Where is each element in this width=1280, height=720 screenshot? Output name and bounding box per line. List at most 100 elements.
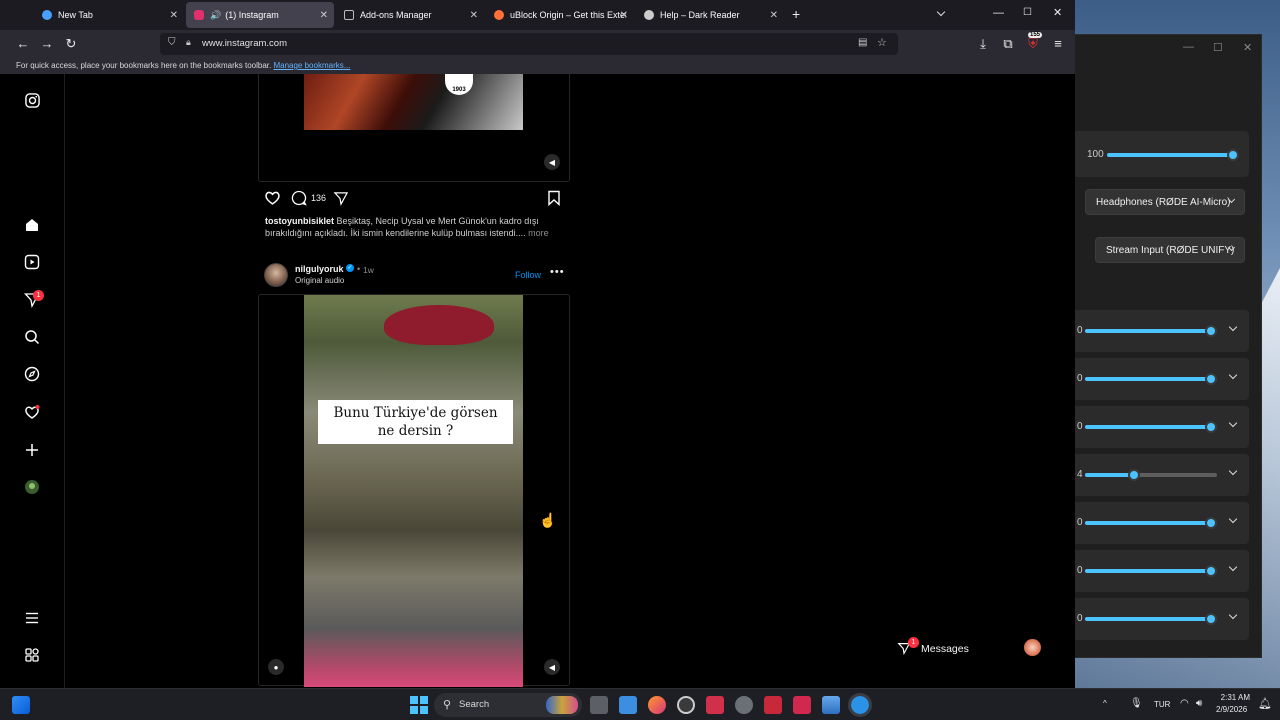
post-media[interactable]: 1903 ◀ [258,74,570,182]
chevron-down-icon[interactable] [1228,418,1238,428]
tab-addons-manager[interactable]: Add-ons Manager ✕ [336,2,484,28]
minimize-button[interactable]: — [1183,41,1194,53]
app-icon[interactable] [706,696,724,714]
save-icon[interactable] [547,190,561,211]
hamburger-menu-icon[interactable] [22,608,42,628]
close-button[interactable]: ✕ [1243,41,1252,54]
comment-icon[interactable] [291,190,307,211]
app-icon[interactable] [677,696,695,714]
downloads-icon[interactable]: ⤓ [975,36,991,52]
chevron-down-icon[interactable] [1228,322,1238,332]
app-icon[interactable] [619,696,637,714]
close-button[interactable]: ✕ [1053,6,1062,19]
active-app-icon[interactable] [848,693,872,717]
slider-thumb[interactable] [1227,149,1239,161]
firefox-icon[interactable] [648,696,666,714]
share-icon[interactable] [333,191,349,211]
channel-volume-slider[interactable] [1085,469,1217,481]
avatar[interactable] [264,263,288,287]
sound-toggle-icon[interactable]: ◀ [544,659,560,675]
slider-thumb[interactable] [1205,517,1217,529]
instagram-icon[interactable] [22,90,42,110]
ublock-icon[interactable]: ⛨ [1025,36,1041,52]
slider-thumb[interactable] [1205,421,1217,433]
tagged-users-icon[interactable]: ● [268,659,284,675]
start-icon[interactable] [410,696,428,714]
messages-button[interactable]: 1 Messages [890,634,1050,662]
slider-thumb[interactable] [1205,373,1217,385]
menu-icon[interactable]: ≡ [1050,36,1066,51]
url-text[interactable]: www.instagram.com [202,38,287,49]
channel-volume-slider[interactable] [1085,421,1217,433]
volume-icon[interactable]: 🔊︎ [1196,698,1202,709]
more-link[interactable]: more [528,228,549,238]
master-volume-slider[interactable] [1107,149,1239,161]
channel-volume-slider[interactable] [1085,325,1217,337]
microphone-icon[interactable]: 🎙︎ [1130,698,1143,709]
explore-icon[interactable] [22,364,42,384]
slider-thumb[interactable] [1205,565,1217,577]
close-tab-icon[interactable]: ✕ [470,10,478,21]
reader-view-icon[interactable]: ▤ [858,37,867,48]
clock-date[interactable]: 2/9/2026 [1216,705,1247,714]
lock-icon[interactable]: 🔒︎ [186,37,191,48]
slider-thumb[interactable] [1205,325,1217,337]
more-options-icon[interactable]: ••• [550,266,565,278]
extensions-icon[interactable]: ⧉ [1000,36,1016,52]
search-box[interactable]: ⚲ Search [434,693,582,717]
chevron-down-icon[interactable] [1228,370,1238,380]
language-indicator[interactable]: TUR [1154,700,1170,709]
caption-username[interactable]: tostoyunbisiklet [265,216,334,226]
also-from-meta-icon[interactable] [22,645,42,665]
channel-volume-slider[interactable] [1085,613,1217,625]
close-tab-icon[interactable]: ✕ [620,10,628,21]
channel-volume-slider[interactable] [1085,517,1217,529]
home-icon[interactable] [22,215,42,235]
post-audio-label[interactable]: Original audio [295,276,344,285]
chevron-down-icon[interactable] [1228,466,1238,476]
output-device-dropdown[interactable]: Headphones (RØDE AI-Micro) [1085,189,1245,215]
profile-avatar[interactable] [22,477,42,497]
reload-icon[interactable]: ↻ [63,36,79,52]
chevron-down-icon[interactable] [1228,610,1238,620]
tab-instagram[interactable]: 🔊 (1) Instagram ✕ [186,2,334,28]
maximize-button[interactable]: ☐ [1023,7,1032,18]
chevron-down-icon[interactable] [1228,514,1238,524]
shield-icon[interactable]: ⛉ [168,37,176,48]
search-icon[interactable] [22,327,42,347]
reels-icon[interactable] [22,252,42,272]
like-icon[interactable] [264,190,281,210]
maximize-button[interactable]: ☐ [1213,41,1223,54]
minimize-button[interactable]: — [993,7,1004,19]
tab-ublock[interactable]: uBlock Origin – Get this Extensio ✕ [486,2,634,28]
channel-volume-slider[interactable] [1085,565,1217,577]
address-bar[interactable]: ⛉ 🔒︎ www.instagram.com ▤ ☆ [160,33,898,55]
chevron-up-icon[interactable]: ^ [1103,699,1107,708]
app-icon[interactable] [793,696,811,714]
slider-thumb[interactable] [1128,469,1141,481]
speaker-icon[interactable]: 🔊 [210,10,221,21]
forward-icon[interactable]: → [39,36,55,51]
follow-button[interactable]: Follow [515,270,541,280]
list-tabs-icon[interactable] [936,7,946,17]
post-media[interactable]: Bunu Türkiye'de görsen ne dersin ? ● ◀ [258,294,570,687]
settings-icon[interactable] [735,696,753,714]
bookmark-star-icon[interactable]: ☆ [877,36,887,49]
back-icon[interactable]: ← [15,36,31,51]
tab-new-tab[interactable]: New Tab ✕ [34,2,184,28]
close-tab-icon[interactable]: ✕ [170,10,178,21]
heart-icon[interactable] [22,402,42,422]
tab-dark-reader[interactable]: Help – Dark Reader ✕ [636,2,784,28]
manage-bookmarks-link[interactable]: Manage bookmarks... [273,61,350,70]
close-tab-icon[interactable]: ✕ [320,10,328,21]
sound-toggle-icon[interactable]: ◀ [544,154,560,170]
channel-volume-slider[interactable] [1085,373,1217,385]
notifications-bell-icon[interactable]: 🔔︎ [1258,697,1272,710]
chevron-down-icon[interactable] [1228,562,1238,572]
task-view-icon[interactable] [590,696,608,714]
new-tab-button[interactable]: + [792,6,800,22]
app-icon[interactable] [764,696,782,714]
post-username[interactable]: nilgulyoruk [295,264,344,274]
slider-thumb[interactable] [1205,613,1217,625]
wifi-icon[interactable]: ◠ [1180,698,1189,709]
